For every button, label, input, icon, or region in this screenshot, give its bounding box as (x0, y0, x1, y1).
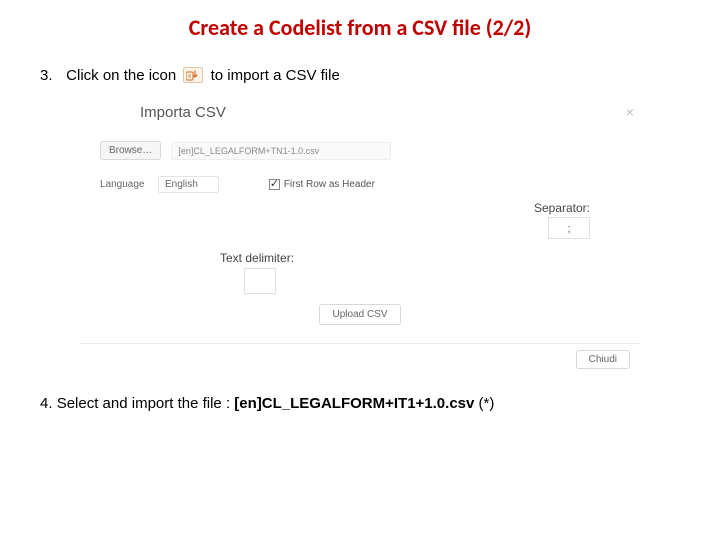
step-4-suffix: (*) (474, 395, 494, 412)
step-4: 4. Select and import the file : [en]CL_L… (0, 395, 720, 412)
separator-group: Separator: ; (100, 201, 620, 239)
text-delimiter-group: Text delimiter: (100, 251, 620, 294)
language-label: Language (100, 179, 148, 190)
step-3-text-after: to import a CSV file (211, 67, 340, 84)
close-icon[interactable]: × (626, 104, 634, 120)
dialog-screenshot: × Importa CSV Browse… [en]CL_LEGALFORM+T… (0, 84, 720, 373)
import-csv-icon (183, 67, 203, 83)
step-3-number: 3. (40, 67, 62, 84)
separator-label: Separator: (100, 201, 590, 215)
step-4-number: 4. (40, 395, 53, 412)
step-4-filename: [en]CL_LEGALFORM+IT1+1.0.csv (234, 395, 474, 412)
file-row: Browse… [en]CL_LEGALFORM+TN1-1.0.csv (100, 137, 620, 164)
text-delimiter-input[interactable] (244, 268, 276, 294)
language-row: Language English First Row as Header (100, 172, 620, 197)
page-title: Create a Codelist from a CSV file (2/2) (0, 0, 720, 41)
checkbox-icon[interactable] (269, 179, 280, 190)
close-button[interactable]: Chiudi (576, 350, 630, 369)
first-row-header-label: First Row as Header (284, 179, 375, 190)
step-3-text-before: Click on the icon (66, 67, 176, 84)
upload-csv-button[interactable]: Upload CSV (319, 304, 400, 325)
dialog-title: Importa CSV (80, 102, 640, 131)
language-select[interactable]: English (158, 176, 219, 193)
filename-field[interactable]: [en]CL_LEGALFORM+TN1-1.0.csv (171, 142, 391, 160)
first-row-header-checkbox-wrap[interactable]: First Row as Header (269, 179, 375, 190)
separator-input[interactable]: ; (548, 217, 590, 239)
import-csv-dialog: × Importa CSV Browse… [en]CL_LEGALFORM+T… (80, 102, 640, 373)
step-4-text: Select and import the file : (57, 395, 235, 412)
text-delimiter-label: Text delimiter: (220, 251, 620, 265)
step-3: 3. Click on the icon to import a CSV fil… (0, 67, 720, 84)
browse-button[interactable]: Browse… (100, 141, 161, 160)
